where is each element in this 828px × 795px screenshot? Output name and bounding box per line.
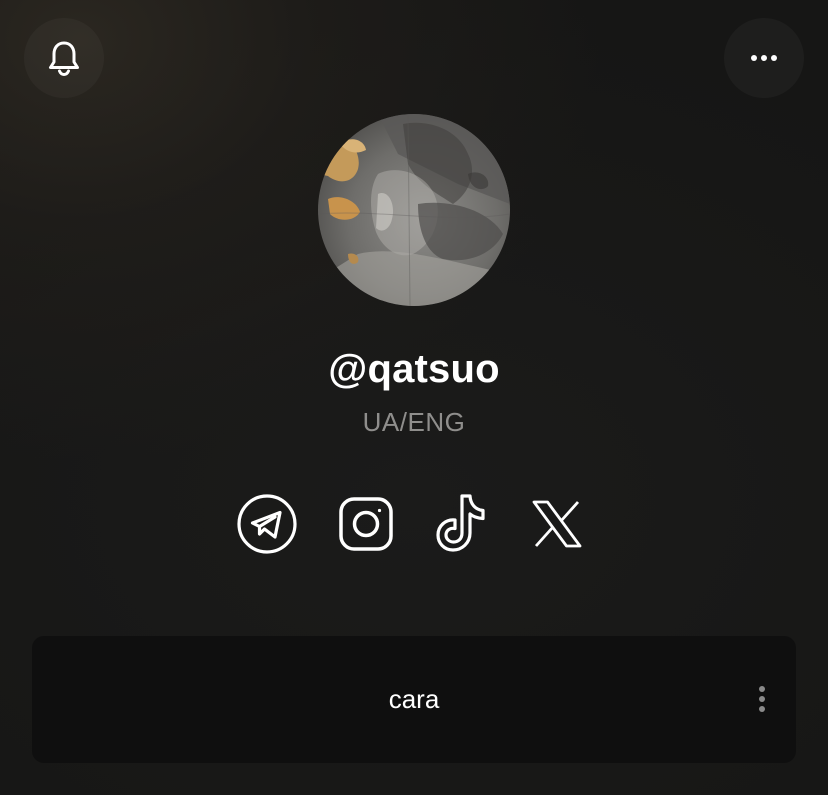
bell-icon bbox=[44, 38, 84, 78]
social-links bbox=[0, 492, 828, 556]
more-options-button[interactable] bbox=[724, 18, 804, 98]
tiktok-icon bbox=[432, 493, 492, 555]
x-icon bbox=[530, 499, 584, 549]
telegram-icon bbox=[236, 493, 298, 555]
x-link[interactable] bbox=[525, 492, 589, 556]
link-title: cara bbox=[388, 684, 440, 714]
profile-page: @qatsuo UA/ENG cara bbox=[0, 0, 828, 795]
link-card[interactable]: cara bbox=[32, 636, 796, 763]
telegram-link[interactable] bbox=[235, 492, 299, 556]
instagram-icon bbox=[337, 495, 395, 553]
instagram-link[interactable] bbox=[334, 492, 398, 556]
more-vertical-icon[interactable] bbox=[750, 682, 774, 716]
avatar bbox=[318, 114, 510, 306]
profile-bio: UA/ENG bbox=[362, 407, 466, 437]
more-horizontal-icon bbox=[750, 54, 778, 62]
profile-username: @qatsuo bbox=[328, 347, 500, 391]
tiktok-link[interactable] bbox=[430, 492, 494, 556]
notifications-button[interactable] bbox=[24, 18, 104, 98]
